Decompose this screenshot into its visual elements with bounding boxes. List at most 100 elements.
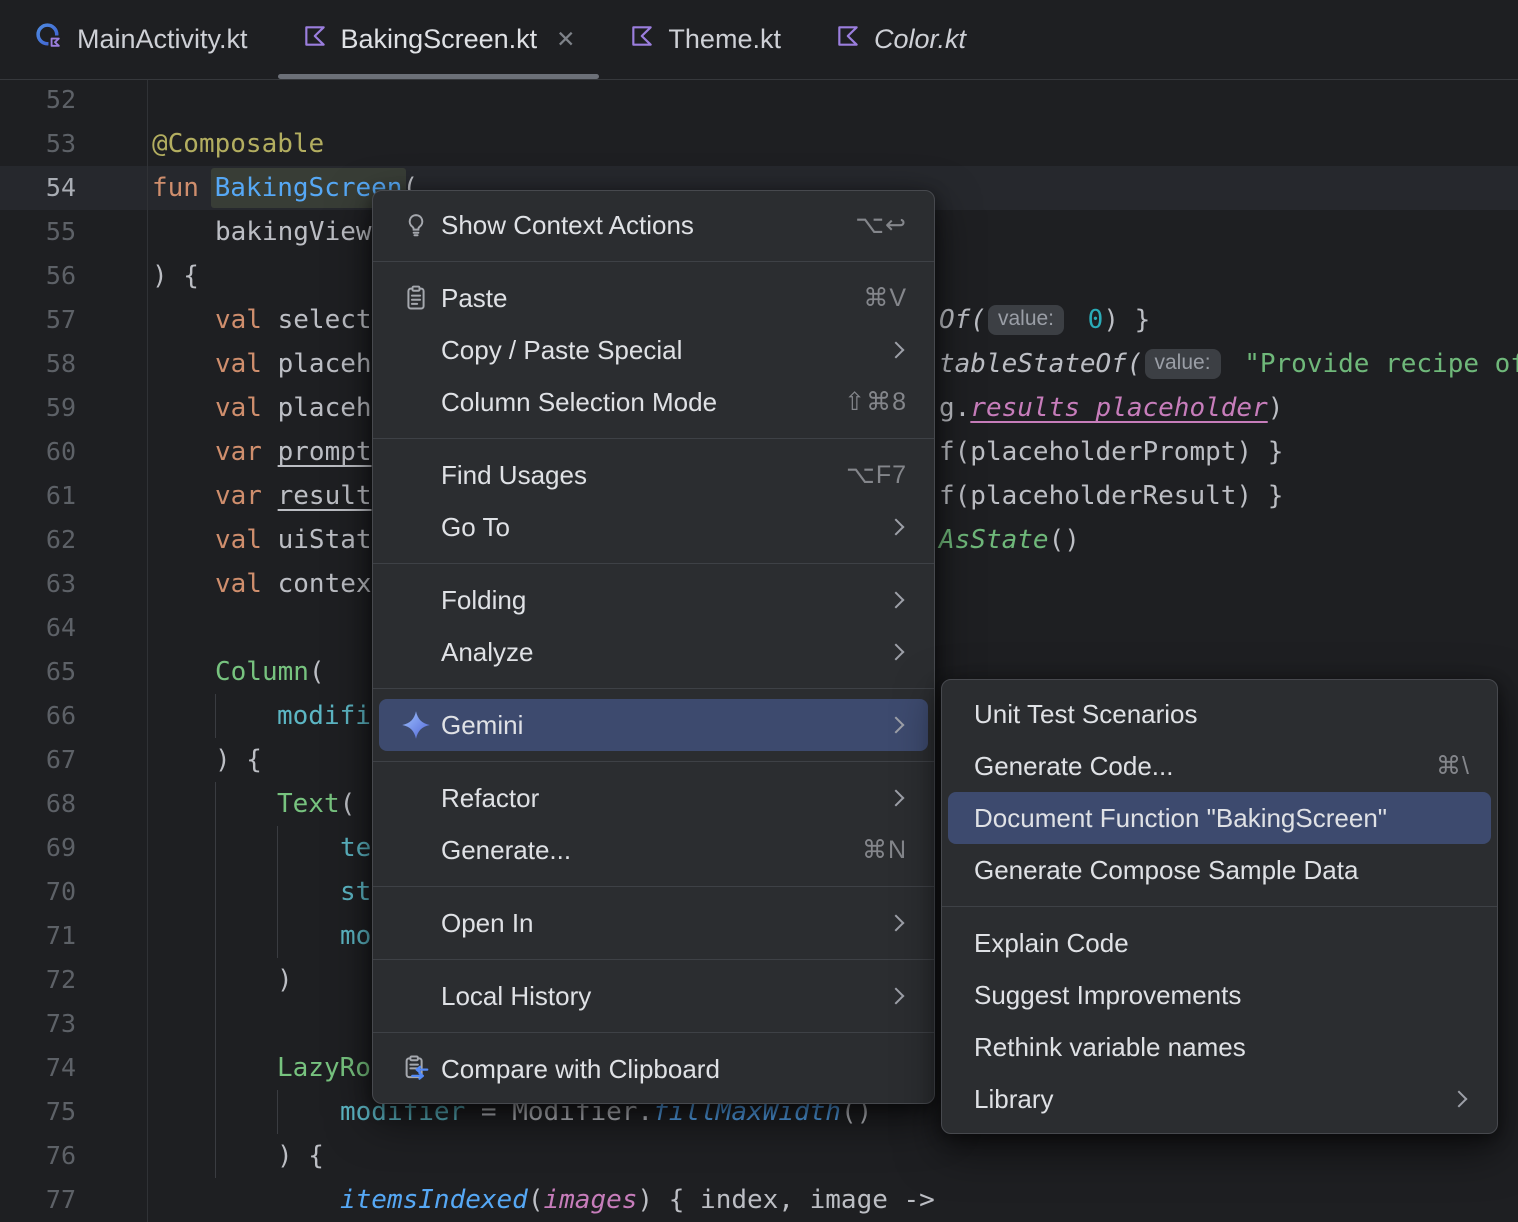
code-line-59-right[interactable]: g.results_placeholder) (939, 386, 1283, 430)
code-token: Of( (939, 305, 986, 335)
line-number[interactable]: 62 (0, 518, 76, 562)
menu-item-rethink-variable-names[interactable]: Rethink variable names (948, 1021, 1491, 1073)
code-line-61[interactable]: var result (215, 474, 372, 518)
menu-item-label: Refactor (441, 782, 540, 813)
line-number[interactable]: 57 (0, 298, 76, 342)
menu-item-column-selection-mode[interactable]: Column Selection Mode ⇧⌘8 (379, 376, 928, 428)
code-token: select (261, 305, 372, 335)
line-number[interactable]: 63 (0, 562, 76, 606)
tab-label: MainActivity.kt (77, 24, 248, 54)
code-line-67[interactable]: ) { (215, 738, 262, 782)
line-number[interactable]: 53 (0, 122, 76, 166)
code-line-60-right[interactable]: f(placeholderPrompt) } (939, 430, 1283, 474)
line-number[interactable]: 64 (0, 606, 76, 650)
code-line-61-right[interactable]: f(placeholderResult) } (939, 474, 1283, 518)
code-token: ( (308, 657, 325, 687)
line-number[interactable]: 69 (0, 826, 76, 870)
code-line-59[interactable]: val placeh (215, 386, 372, 430)
line-number[interactable]: 73 (0, 1002, 76, 1046)
code-line-70[interactable]: st (340, 870, 371, 914)
menu-item-show-context-actions[interactable]: Show Context Actions ⌥↩ (379, 199, 928, 251)
line-number[interactable]: 74 (0, 1046, 76, 1090)
menu-separator (373, 886, 934, 887)
tab-theme-kt[interactable]: Theme.kt (602, 0, 808, 79)
chevron-right-icon (887, 987, 905, 1005)
code-line-72[interactable]: ) (277, 958, 293, 1002)
menu-item-local-history[interactable]: Local History (379, 970, 928, 1022)
line-number[interactable]: 67 (0, 738, 76, 782)
code-token: val (215, 393, 262, 423)
code-token: g. (939, 393, 971, 423)
line-number[interactable]: 56 (0, 254, 76, 298)
code-line-58-right[interactable]: tableStateOf(value: "Provide recipe of (939, 342, 1518, 386)
code-line-53[interactable]: @Composable (152, 122, 324, 166)
code-line-57[interactable]: val select (215, 298, 372, 342)
code-token: f(placeholderPrompt) } (939, 437, 1284, 467)
menu-item-generate-compose-sample-data[interactable]: Generate Compose Sample Data (948, 844, 1491, 896)
code-token: 0 (1087, 305, 1104, 335)
tab-bakingscreen-kt[interactable]: BakingScreen.kt ✕ (275, 0, 603, 79)
menu-item-copy-paste-special[interactable]: Copy / Paste Special (379, 324, 928, 376)
code-line-60[interactable]: var prompt (215, 430, 372, 474)
code-line-63[interactable]: val contex (215, 562, 372, 606)
menu-item-folding[interactable]: Folding (379, 574, 928, 626)
line-number[interactable]: 58 (0, 342, 76, 386)
menu-item-library[interactable]: Library (948, 1073, 1491, 1125)
close-icon[interactable]: ✕ (556, 28, 575, 51)
menu-item-open-in[interactable]: Open In (379, 897, 928, 949)
code-line-71[interactable]: mo (340, 914, 371, 958)
code-line-62[interactable]: val uiStat (215, 518, 372, 562)
line-number[interactable]: 68 (0, 782, 76, 826)
menu-item-label: Column Selection Mode (441, 386, 718, 417)
menu-item-compare-with-clipboard[interactable]: Compare with Clipboard (379, 1043, 928, 1095)
line-number[interactable]: 77 (0, 1178, 76, 1222)
menu-item-suggest-improvements[interactable]: Suggest Improvements (948, 969, 1491, 1021)
code-line-68[interactable]: Text( (277, 782, 355, 826)
line-number[interactable]: 52 (0, 78, 76, 122)
line-number[interactable]: 66 (0, 694, 76, 738)
tab-mainactivity-kt[interactable]: MainActivity.kt (8, 0, 275, 79)
code-line-69[interactable]: te (340, 826, 371, 870)
code-line-58[interactable]: val placeh (215, 342, 372, 386)
menu-item-document-function-bakingscreen[interactable]: Document Function "BakingScreen" (948, 792, 1491, 844)
menu-item-find-usages[interactable]: Find Usages ⌥F7 (379, 449, 928, 501)
code-line-57-right[interactable]: Of(value: 0) } (939, 298, 1150, 342)
line-number[interactable]: 54 (0, 166, 76, 210)
code-line-77[interactable]: itemsIndexed(images) { index, image -> (340, 1178, 935, 1222)
menu-item-generate-code[interactable]: Generate Code... ⌘\ (948, 740, 1491, 792)
code-line-55[interactable]: bakingView (215, 210, 372, 254)
code-line-65[interactable]: Column( (215, 650, 325, 694)
menu-item-paste[interactable]: Paste ⌘V (379, 272, 928, 324)
menu-item-go-to[interactable]: Go To (379, 501, 928, 553)
code-token: val (215, 569, 262, 599)
menu-item-refactor[interactable]: Refactor (379, 772, 928, 824)
code-line-74[interactable]: LazyRo (277, 1046, 371, 1090)
line-number[interactable]: 55 (0, 210, 76, 254)
line-number[interactable]: 71 (0, 914, 76, 958)
gemini-submenu: Unit Test Scenarios Generate Code... ⌘\ Doc… (941, 679, 1498, 1134)
menu-item-unit-test-scenarios[interactable]: Unit Test Scenarios (948, 688, 1491, 740)
menu-item-analyze[interactable]: Analyze (379, 626, 928, 678)
code-line-76[interactable]: ) { (277, 1134, 324, 1178)
line-number[interactable]: 70 (0, 870, 76, 914)
menu-item-explain-code[interactable]: Explain Code (948, 917, 1491, 969)
tab-color-kt[interactable]: Color.kt (808, 0, 993, 79)
menu-separator (373, 261, 934, 262)
line-number[interactable]: 59 (0, 386, 76, 430)
line-number[interactable]: 65 (0, 650, 76, 694)
line-number[interactable]: 75 (0, 1090, 76, 1134)
menu-item-shortcut: ⌘V (863, 284, 907, 312)
menu-item-shortcut: ⇧⌘8 (844, 388, 907, 416)
line-number[interactable]: 76 (0, 1134, 76, 1178)
line-number[interactable]: 72 (0, 958, 76, 1002)
line-number[interactable]: 61 (0, 474, 76, 518)
code-line-62-right[interactable]: AsState() (939, 518, 1080, 562)
menu-item-generate[interactable]: Generate... ⌘N (379, 824, 928, 876)
chevron-right-icon (1450, 1090, 1468, 1108)
code-line-56[interactable]: ) { (152, 254, 199, 298)
code-line-66[interactable]: modifi (277, 694, 371, 738)
menu-item-gemini[interactable]: Gemini (379, 699, 928, 751)
line-number[interactable]: 60 (0, 430, 76, 474)
